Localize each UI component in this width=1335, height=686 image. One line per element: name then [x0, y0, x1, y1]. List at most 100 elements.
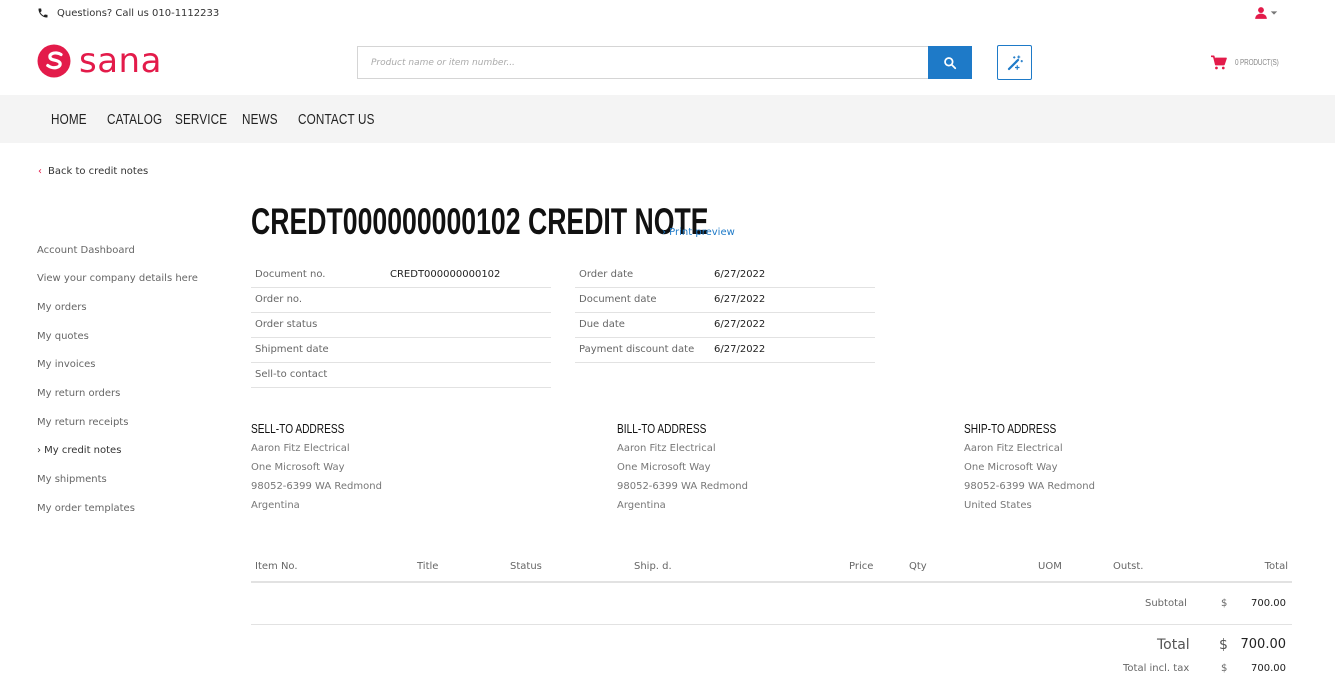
subtotal-currency: $ — [1221, 598, 1228, 609]
totals-section: Subtotal $ 700.00 Total $ 700.00 Total i… — [251, 586, 1292, 674]
info-row-document-no: Document no. CREDT000000000102 — [251, 263, 551, 288]
subtotal-label: Subtotal — [1145, 598, 1187, 609]
sidebar-item-my-return-orders[interactable]: My return orders — [37, 388, 120, 399]
total-value: 700.00 — [1240, 637, 1287, 652]
column-header-title: Title — [417, 561, 439, 572]
info-label: Order no. — [255, 294, 303, 305]
back-to-credit-notes-link[interactable]: ‹ Back to credit notes — [38, 166, 148, 177]
info-row-order-date: Order date 6/27/2022 — [575, 263, 875, 288]
address-line: Aaron Fitz Electrical — [617, 443, 716, 454]
info-label: Order status — [255, 319, 318, 330]
sana-logo-icon — [37, 44, 71, 78]
page-title: CREDT000000000102 CREDIT NOTE — [251, 201, 709, 242]
nav-news[interactable]: NEWS — [242, 111, 278, 128]
address-line: Aaron Fitz Electrical — [964, 443, 1063, 454]
chevron-left-icon: ‹ — [38, 166, 42, 177]
sidebar-item-my-invoices[interactable]: My invoices — [37, 359, 96, 370]
cart-button[interactable]: 0 PRODUCT(S) — [1210, 55, 1290, 70]
info-row-order-status: Order status — [251, 313, 551, 338]
sidebar-item-company-details[interactable]: View your company details here — [37, 273, 198, 284]
document-info-right: Order date 6/27/2022 Document date 6/27/20… — [575, 263, 875, 363]
user-icon — [1255, 7, 1267, 19]
table-header: Item No. Title Status Ship. d. Price Qty… — [251, 553, 1292, 583]
address-line: 98052-6399 WA Redmond — [251, 481, 382, 492]
info-value: 6/27/2022 — [714, 319, 766, 330]
address-line: Argentina — [617, 500, 666, 511]
info-label: Sell-to contact — [255, 369, 328, 380]
column-header-total: Total — [1264, 561, 1288, 572]
nav-contact-us[interactable]: CONTACT US — [298, 111, 375, 128]
column-header-uom: UOM — [1038, 561, 1062, 572]
main-nav: HOME CATALOG SERVICE NEWS CONTACT US — [0, 95, 1335, 143]
cart-count-label: 0 PRODUCT(S) — [1235, 58, 1279, 67]
info-label: Payment discount date — [579, 344, 695, 355]
subtotal-value: 700.00 — [1251, 598, 1286, 609]
info-label: Order date — [579, 269, 634, 280]
sidebar-item-my-quotes[interactable]: My quotes — [37, 331, 89, 342]
bill-to-address: BILL-TO ADDRESS Aaron Fitz Electrical On… — [617, 421, 748, 512]
logo-text: sana — [79, 41, 162, 81]
ship-to-address: SHIP-TO ADDRESS Aaron Fitz Electrical On… — [964, 421, 1095, 512]
info-row-shipment-date: Shipment date — [251, 338, 551, 363]
search-input[interactable] — [357, 46, 928, 79]
address-line: One Microsoft Way — [617, 462, 711, 473]
nav-home[interactable]: HOME — [51, 111, 87, 128]
total-incl-tax-label: Total incl. tax — [1123, 663, 1190, 674]
address-line: United States — [964, 500, 1032, 511]
sidebar-item-account-dashboard[interactable]: Account Dashboard — [37, 245, 135, 256]
magic-wand-icon — [1007, 55, 1023, 70]
bill-to-address-title: BILL-TO ADDRESS — [617, 421, 707, 436]
total-label: Total — [1157, 637, 1190, 653]
account-menu-button[interactable] — [1254, 6, 1278, 20]
sell-to-address-title: SELL-TO ADDRESS — [251, 421, 345, 436]
info-value: 6/27/2022 — [714, 269, 766, 280]
phone-contact: Questions? Call us 010-1112233 — [37, 7, 219, 19]
column-header-status: Status — [510, 561, 542, 572]
sidebar-item-my-shipments[interactable]: My shipments — [37, 474, 107, 485]
sana-logo[interactable]: sana — [37, 44, 162, 78]
total-incl-tax-value: 700.00 — [1251, 663, 1286, 674]
document-info-left: Document no. CREDT000000000102 Order no. … — [251, 263, 551, 388]
search-icon — [944, 56, 957, 69]
info-label: Shipment date — [255, 344, 329, 355]
address-line: One Microsoft Way — [964, 462, 1058, 473]
address-line: 98052-6399 WA Redmond — [617, 481, 748, 492]
header: sana 0 PRODUCT(S) — [0, 30, 1335, 95]
caret-down-icon — [1270, 11, 1278, 15]
info-row-payment-discount-date: Payment discount date 6/27/2022 — [575, 338, 875, 363]
column-header-ship-date: Ship. d. — [634, 561, 672, 572]
sell-to-address: SELL-TO ADDRESS Aaron Fitz Electrical On… — [251, 421, 382, 512]
column-header-price: Price — [849, 561, 874, 572]
shopping-cart-icon — [1211, 55, 1227, 70]
search-bar — [357, 46, 972, 79]
phone-icon — [38, 8, 48, 18]
credit-note-lines-table: Item No. Title Status Ship. d. Price Qty… — [251, 553, 1292, 583]
nav-catalog[interactable]: CATALOG — [107, 111, 162, 128]
quick-order-button[interactable] — [997, 45, 1032, 80]
info-value: 6/27/2022 — [714, 294, 766, 305]
ship-to-address-title: SHIP-TO ADDRESS — [964, 421, 1057, 436]
info-row-document-date: Document date 6/27/2022 — [575, 288, 875, 313]
info-row-sell-to-contact: Sell-to contact — [251, 363, 551, 388]
address-line: Aaron Fitz Electrical — [251, 443, 350, 454]
sidebar-item-my-orders[interactable]: My orders — [37, 302, 87, 313]
top-bar: Questions? Call us 010-1112233 — [0, 0, 1335, 30]
sidebar-item-my-return-receipts[interactable]: My return receipts — [37, 417, 128, 428]
print-preview-link[interactable]: › Print preview — [662, 227, 735, 238]
info-row-order-no: Order no. — [251, 288, 551, 313]
phone-text: Questions? Call us 010-1112233 — [57, 7, 220, 19]
title-row: CREDT000000000102 CREDIT NOTE — [251, 203, 886, 240]
column-header-qty: Qty — [909, 561, 927, 572]
info-label: Document no. — [255, 269, 326, 280]
nav-service[interactable]: SERVICE — [175, 111, 227, 128]
info-row-due-date: Due date 6/27/2022 — [575, 313, 875, 338]
address-line: One Microsoft Way — [251, 462, 345, 473]
info-value: CREDT000000000102 — [390, 269, 501, 280]
sidebar-item-my-order-templates[interactable]: My order templates — [37, 503, 135, 514]
info-value: 6/27/2022 — [714, 344, 766, 355]
sidebar-item-my-credit-notes[interactable]: › My credit notes — [37, 445, 121, 456]
info-label: Due date — [579, 319, 625, 330]
address-line: 98052-6399 WA Redmond — [964, 481, 1095, 492]
search-button[interactable] — [928, 46, 972, 79]
total-currency: $ — [1219, 637, 1228, 653]
